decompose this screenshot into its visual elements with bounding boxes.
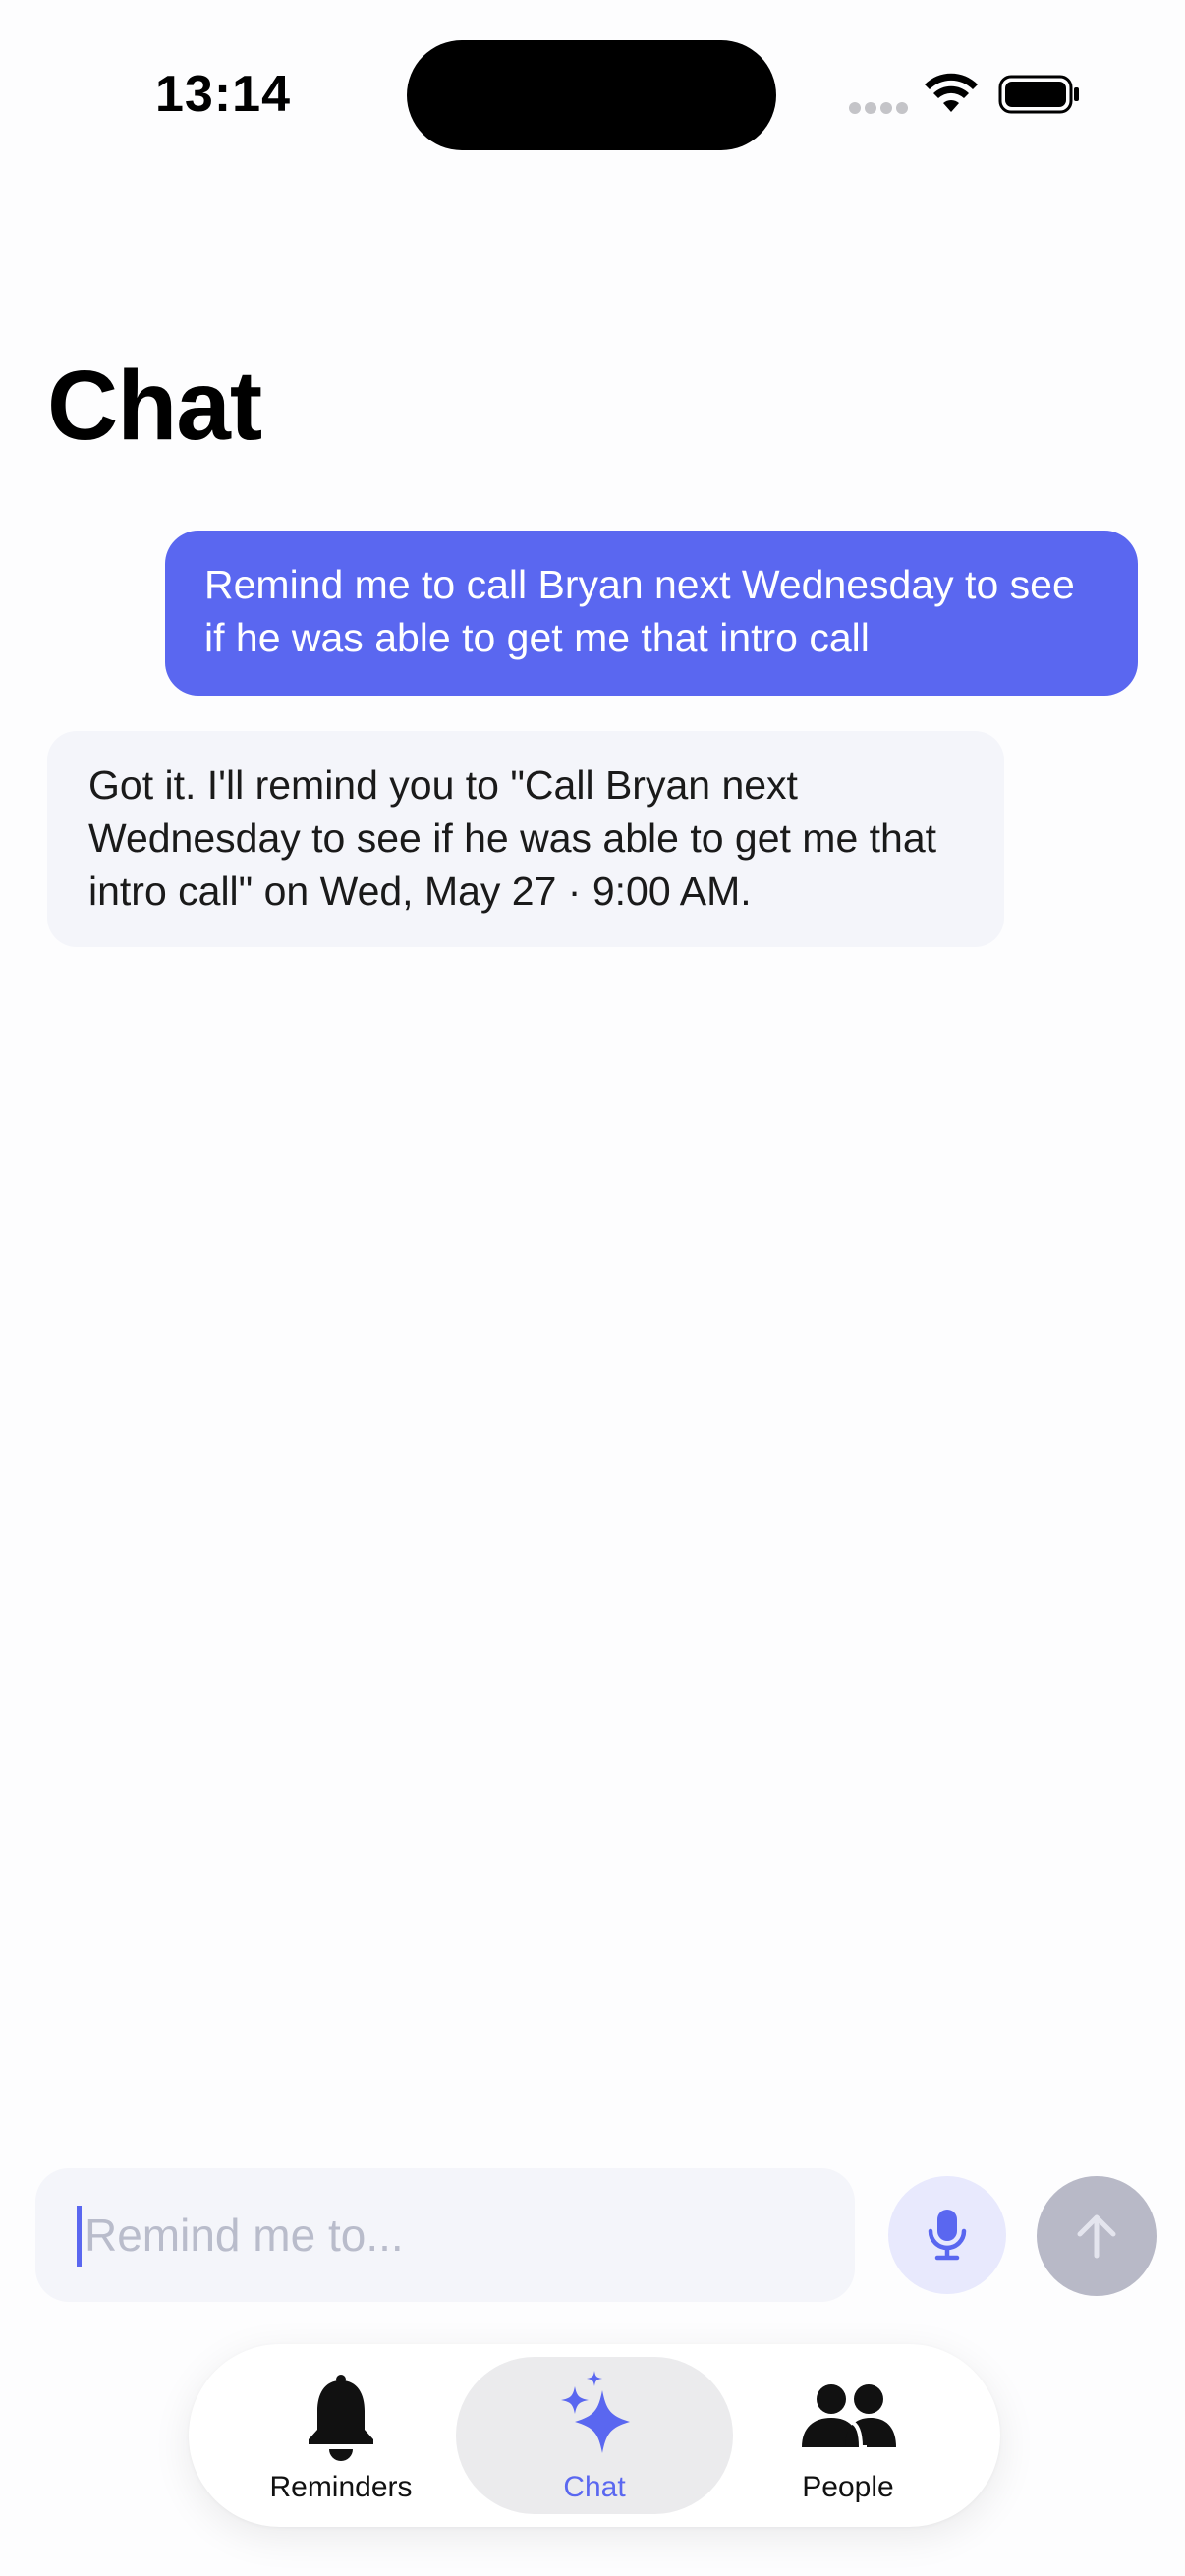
battery-icon [998, 75, 1079, 114]
people-icon [802, 2384, 896, 2449]
send-button[interactable] [1037, 2176, 1157, 2296]
user-message-bubble: Remind me to call Bryan next Wednesday t… [165, 531, 1138, 696]
microphone-button[interactable] [888, 2176, 1006, 2294]
tab-reminders[interactable]: Reminders [202, 2357, 480, 2514]
dynamic-island [407, 40, 776, 150]
tab-label-reminders: Reminders [269, 2471, 413, 2503]
message-input-container[interactable] [35, 2168, 855, 2302]
wifi-icon [925, 73, 978, 112]
tab-bar: Reminders Chat People [189, 2344, 1000, 2527]
arrow-up-icon [1077, 2214, 1116, 2259]
sparkles-icon [561, 2371, 630, 2453]
microphone-icon [928, 2210, 967, 2261]
message-input[interactable] [79, 2168, 835, 2302]
tab-label-chat: Chat [563, 2471, 626, 2503]
tab-chat[interactable]: Chat [456, 2357, 733, 2514]
status-bar: 13:14 [0, 0, 1185, 187]
bell-icon [309, 2375, 373, 2461]
page-title: Chat [47, 351, 262, 461]
tab-label-people: People [802, 2471, 894, 2503]
status-time: 13:14 [155, 66, 291, 123]
composer [0, 2161, 1185, 2309]
cellular-signal-icon [849, 102, 908, 116]
assistant-message-bubble: Got it. I'll remind you to "Call Bryan n… [47, 731, 1004, 947]
tab-people[interactable]: People [709, 2357, 987, 2514]
